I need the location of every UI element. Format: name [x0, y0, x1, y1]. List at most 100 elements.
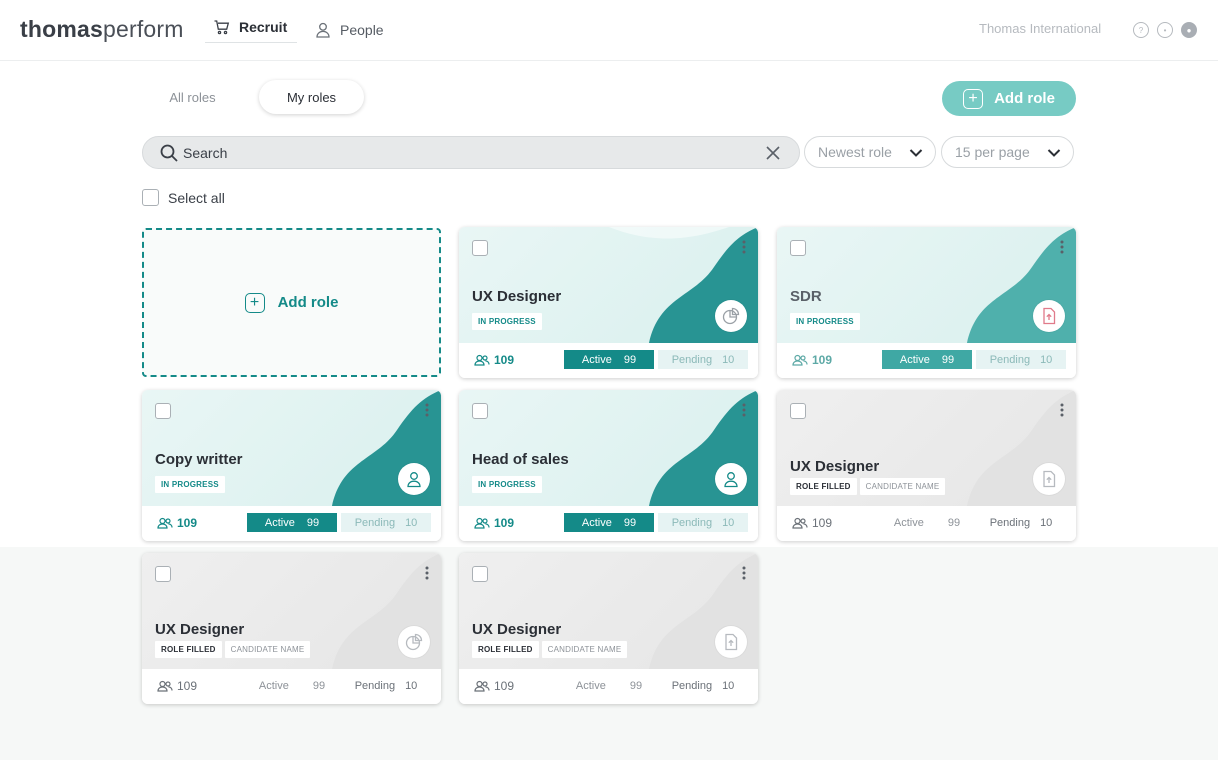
pending-count-pill[interactable]: Pending 10 [658, 513, 748, 532]
active-count-pill[interactable]: Active 99 [882, 513, 972, 532]
role-card-checkbox[interactable] [790, 240, 806, 256]
role-type-button[interactable] [1033, 300, 1065, 332]
pending-count-pill[interactable]: Pending 10 [976, 350, 1066, 369]
role-card[interactable]: UX Designer ROLE FILLED CANDIDATE NAME 1… [459, 553, 758, 704]
active-count-pill[interactable]: Active 99 [882, 350, 972, 369]
cart-icon [214, 20, 230, 35]
file-upload-icon [1043, 307, 1056, 325]
header-icons: ? • ● [1133, 22, 1197, 38]
active-value: 99 [312, 679, 326, 692]
role-card-checkbox[interactable] [790, 403, 806, 419]
candidate-count-value: 109 [494, 679, 515, 693]
role-type-button[interactable] [1033, 463, 1065, 495]
role-type-button[interactable] [715, 626, 747, 658]
candidate-count: 109 [792, 353, 832, 367]
role-type-button[interactable] [398, 626, 430, 658]
candidate-count-value: 109 [177, 516, 198, 530]
help-icon[interactable]: ? [1133, 22, 1149, 38]
add-role-button[interactable]: + Add role [942, 81, 1076, 116]
select-all[interactable]: Select all [142, 189, 225, 206]
active-value: 99 [623, 353, 637, 366]
active-count-pill[interactable]: Active 99 [564, 676, 654, 695]
sort-dropdown-value: Newest role [818, 144, 892, 160]
pending-count-pill[interactable]: Pending 10 [341, 513, 431, 532]
role-card-checkbox[interactable] [472, 403, 488, 419]
pending-value: 10 [722, 353, 735, 366]
more-options-icon[interactable] [1060, 240, 1064, 254]
role-card[interactable]: Head of sales IN PROGRESS 109 Active 99 P… [459, 390, 758, 541]
role-status: IN PROGRESS [790, 313, 860, 330]
account-icon[interactable]: ● [1181, 22, 1197, 38]
search-input[interactable] [183, 143, 743, 163]
nav-people-label: People [340, 22, 384, 38]
active-value: 99 [947, 516, 961, 529]
role-card-stats: 109 Active 99 Pending 10 [142, 669, 441, 704]
role-card[interactable]: UX Designer IN PROGRESS 109 Active 99 Pen… [459, 227, 758, 378]
active-label: Active [575, 679, 606, 692]
more-options-icon[interactable] [742, 566, 746, 580]
candidate-name-badge: CANDIDATE NAME [224, 641, 311, 658]
active-count-pill[interactable]: Active 99 [564, 513, 654, 532]
pending-value: 10 [1040, 516, 1053, 529]
active-label: Active [893, 516, 924, 529]
role-type-button[interactable] [715, 300, 747, 332]
clear-search-icon[interactable] [765, 145, 781, 161]
pending-value: 10 [405, 679, 418, 692]
role-title: Copy writter [155, 451, 243, 468]
candidate-count-value: 109 [812, 516, 833, 530]
role-card[interactable]: UX Designer ROLE FILLED CANDIDATE NAME 1… [777, 390, 1076, 541]
role-card-checkbox[interactable] [155, 566, 171, 582]
role-card-header: UX Designer IN PROGRESS [459, 227, 758, 343]
search-bar[interactable] [142, 136, 800, 169]
status-badge: IN PROGRESS [155, 476, 225, 493]
candidate-count: 109 [474, 679, 514, 693]
pending-count-pill[interactable]: Pending 10 [658, 350, 748, 369]
role-card-checkbox[interactable] [472, 240, 488, 256]
pending-count-pill[interactable]: Pending 10 [976, 513, 1066, 532]
active-count-pill[interactable]: Active 99 [247, 513, 337, 532]
nav-people[interactable]: People [314, 18, 384, 42]
tab-all-roles[interactable]: All roles [150, 80, 235, 114]
more-options-icon[interactable] [742, 240, 746, 254]
pie-chart-icon [405, 633, 423, 651]
more-options-icon[interactable] [742, 403, 746, 417]
file-upload-icon [1043, 470, 1056, 488]
top-navigation-bar: thomasperform Recruit People Thomas Inte… [0, 0, 1218, 61]
active-count-pill[interactable]: Active 99 [247, 676, 337, 695]
active-label: Active [581, 516, 612, 529]
per-page-dropdown[interactable]: 15 per page [941, 136, 1074, 168]
more-options-icon[interactable] [425, 403, 429, 417]
role-type-button[interactable] [398, 463, 430, 495]
more-options-icon[interactable] [1060, 403, 1064, 417]
organization-name[interactable]: Thomas International [979, 21, 1101, 36]
active-label: Active [258, 679, 289, 692]
role-card-checkbox[interactable] [472, 566, 488, 582]
role-card-header: Head of sales IN PROGRESS [459, 390, 758, 506]
pending-count-pill[interactable]: Pending 10 [341, 676, 431, 695]
people-icon [474, 354, 490, 366]
app-logo[interactable]: thomasperform [20, 16, 184, 43]
pending-count-pill[interactable]: Pending 10 [658, 676, 748, 695]
status-badge: IN PROGRESS [790, 313, 860, 330]
nav-recruit-label: Recruit [239, 19, 288, 35]
role-card-header: SDR IN PROGRESS [777, 227, 1076, 343]
notification-icon[interactable]: • [1157, 22, 1173, 38]
active-count-pill[interactable]: Active 99 [564, 350, 654, 369]
tab-my-roles[interactable]: My roles [259, 80, 364, 114]
nav-recruit[interactable]: Recruit [205, 18, 298, 43]
role-card-stats: 109 Active 99 Pending 10 [777, 506, 1076, 541]
select-all-checkbox[interactable] [142, 189, 159, 206]
status-badge: IN PROGRESS [472, 476, 542, 493]
add-role-card[interactable]: + Add role [142, 228, 441, 377]
role-card[interactable]: UX Designer ROLE FILLED CANDIDATE NAME 1… [142, 553, 441, 704]
more-options-icon[interactable] [425, 566, 429, 580]
role-card[interactable]: Copy writter IN PROGRESS 109 Active 99 Pe… [142, 390, 441, 541]
sort-dropdown[interactable]: Newest role [804, 136, 936, 168]
pending-label: Pending [354, 516, 396, 529]
candidate-name-badge: CANDIDATE NAME [859, 478, 946, 495]
role-type-button[interactable] [715, 463, 747, 495]
role-card[interactable]: SDR IN PROGRESS 109 Active 99 Pending 10 [777, 227, 1076, 378]
role-card-stats: 109 Active 99 Pending 10 [459, 669, 758, 704]
role-card-checkbox[interactable] [155, 403, 171, 419]
chevron-down-icon [1047, 149, 1061, 157]
